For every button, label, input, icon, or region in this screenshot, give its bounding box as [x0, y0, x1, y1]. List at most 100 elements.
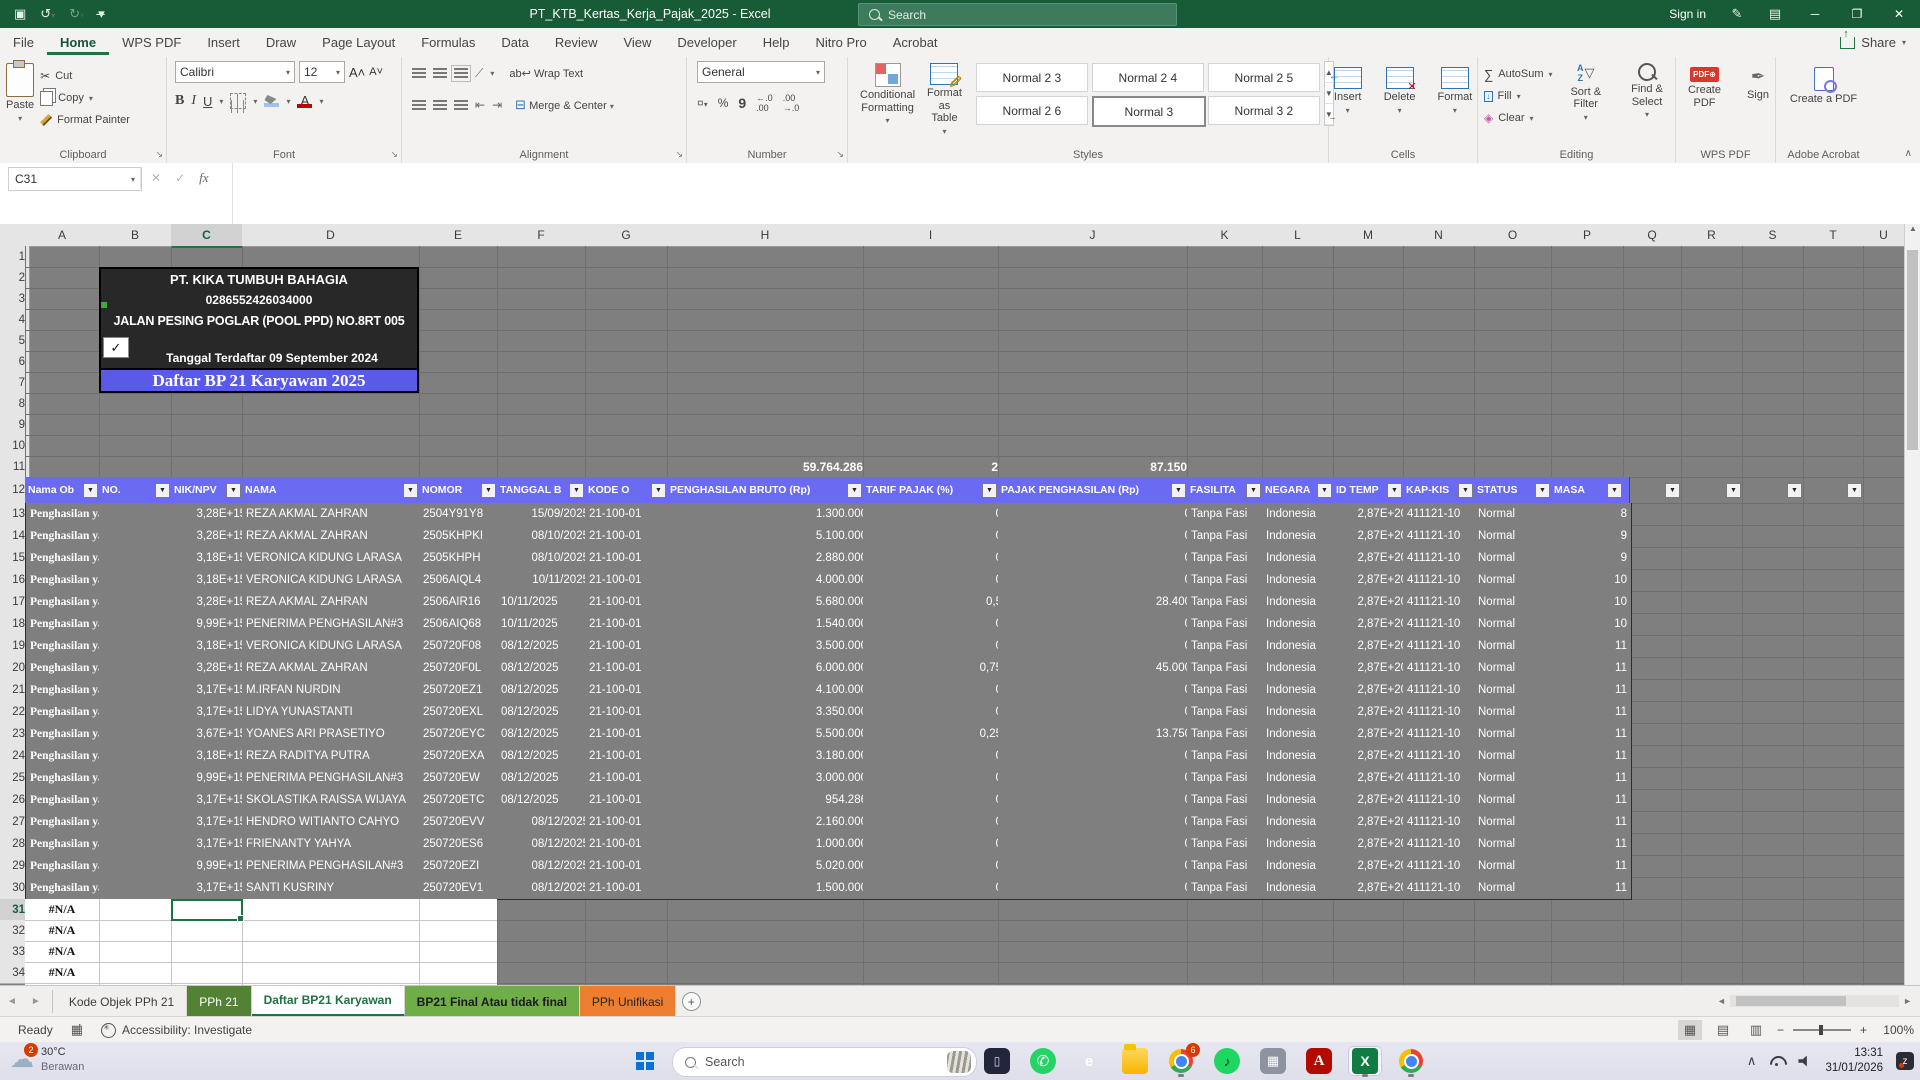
filter-dropdown-icon[interactable]: ▼ — [83, 483, 98, 498]
cell-B20[interactable] — [99, 657, 180, 680]
cell-D13[interactable]: REZA AKMAL ZAHRAN — [242, 503, 428, 526]
increase-decimal-icon[interactable]: ←.0.00 — [756, 93, 773, 113]
cell-P13[interactable]: 8 — [1551, 503, 1632, 526]
cell-B13[interactable] — [99, 503, 180, 526]
cell-C19[interactable]: 3,18E+15 — [171, 635, 251, 658]
cell-M18[interactable]: 2,87E+20 — [1333, 613, 1412, 636]
filter-dropdown-icon[interactable]: ▼ — [982, 483, 997, 498]
cell-A23[interactable]: Penghasilan yang diter — [25, 723, 109, 746]
cell-F30[interactable]: 08/12/2025 — [497, 877, 594, 900]
sheet-nav-left-icon[interactable]: ◄ — [0, 986, 24, 1017]
cell-O27[interactable]: Normal — [1474, 811, 1560, 834]
cell-O20[interactable]: Normal — [1474, 657, 1560, 680]
cell-N16[interactable]: 411121-10 — [1403, 569, 1483, 592]
cell-N29[interactable]: 411121-10 — [1403, 855, 1483, 878]
cell-M16[interactable]: 2,87E+20 — [1333, 569, 1412, 592]
column-header-R[interactable]: R — [1681, 224, 1743, 247]
cell-N19[interactable]: 411121-10 — [1403, 635, 1483, 658]
sign-button[interactable]: ✒Sign — [1741, 65, 1775, 103]
save-icon[interactable]: ▣ — [14, 6, 26, 22]
percent-style-icon[interactable]: % — [718, 96, 729, 110]
cell-E30[interactable]: 250720EV1 — [419, 877, 506, 900]
selected-cell-C31[interactable] — [171, 899, 243, 921]
filter-dropdown-icon[interactable]: ▼ — [1787, 483, 1802, 498]
ribbon-tab-insert[interactable]: Insert — [194, 30, 253, 55]
filter-dropdown-icon[interactable]: ▼ — [1171, 483, 1186, 498]
cell-J15[interactable]: 0 — [998, 547, 1196, 570]
cell-E24[interactable]: 250720EXA — [419, 745, 506, 768]
cell-M29[interactable]: 2,87E+20 — [1333, 855, 1412, 878]
zoom-slider[interactable] — [1793, 1029, 1851, 1031]
style-option[interactable]: Normal 3 2 — [1208, 96, 1320, 125]
cell-A16[interactable]: Penghasilan yang diter — [25, 569, 109, 592]
cell-A30[interactable]: Penghasilan yang diter — [25, 877, 109, 900]
increase-indent-icon[interactable]: ⇥ — [492, 98, 502, 112]
cell-G14[interactable]: 21-100-01 — [585, 525, 676, 548]
notification-bell-icon[interactable]: z — [1896, 1052, 1914, 1070]
cell-P21[interactable]: 11 — [1551, 679, 1632, 702]
cell-O17[interactable]: Normal — [1474, 591, 1560, 614]
filter-dropdown-icon[interactable]: ▼ — [155, 483, 170, 498]
close-button[interactable]: ✕ — [1878, 0, 1920, 28]
cell-A27[interactable]: Penghasilan yang diter — [25, 811, 109, 834]
cell-P28[interactable]: 11 — [1551, 833, 1632, 856]
align-right-icon[interactable] — [454, 100, 468, 111]
cell-F21[interactable]: 08/12/2025 — [497, 679, 594, 702]
find-select-button[interactable]: Find & Select▾ — [1619, 61, 1675, 121]
cell-D23[interactable]: YOANES ARI PRASETIYO — [242, 723, 428, 746]
cell-B16[interactable] — [99, 569, 180, 592]
cell-C24[interactable]: 3,18E+15 — [171, 745, 251, 768]
cell-E18[interactable]: 2506AIQ68 — [419, 613, 506, 636]
cell-K26[interactable]: Tanpa Fasi — [1187, 789, 1271, 812]
cell-A18[interactable]: Penghasilan yang diter — [25, 613, 109, 636]
cell-K15[interactable]: Tanpa Fasi — [1187, 547, 1271, 570]
cell-N27[interactable]: 411121-10 — [1403, 811, 1483, 834]
cell-C29[interactable]: 9,99E+15 — [171, 855, 251, 878]
cell-I20[interactable]: 0,75 — [863, 657, 1007, 680]
cell-I14[interactable]: 0 — [863, 525, 1007, 548]
vertical-scrollbar[interactable]: ▲ — [1904, 224, 1920, 985]
cell-F23[interactable]: 08/12/2025 — [497, 723, 594, 746]
column-header-D[interactable]: D — [242, 224, 420, 247]
insert-cells-button[interactable]: ←Insert▾ — [1328, 65, 1368, 117]
cell-G20[interactable]: 21-100-01 — [585, 657, 676, 680]
cell-H25[interactable]: 3.000.000 — [667, 767, 872, 790]
ribbon-tab-view[interactable]: View — [610, 30, 664, 55]
cell-M17[interactable]: 2,87E+20 — [1333, 591, 1412, 614]
cell-H14[interactable]: 5.100.000 — [667, 525, 872, 548]
cell-H17[interactable]: 5.680.000 — [667, 591, 872, 614]
cell-M25[interactable]: 2,87E+20 — [1333, 767, 1412, 790]
cell-N28[interactable]: 411121-10 — [1403, 833, 1483, 856]
cell-F26[interactable]: 08/12/2025 — [497, 789, 594, 812]
column-header-B[interactable]: B — [99, 224, 172, 247]
format-cells-button[interactable]: Format▾ — [1431, 65, 1478, 117]
cell-F17[interactable]: 10/11/2025 — [497, 591, 594, 614]
cell-B24[interactable] — [99, 745, 180, 768]
cell-H16[interactable]: 4.000.000 — [667, 569, 872, 592]
cell-F28[interactable]: 08/12/2025 — [497, 833, 594, 856]
cell-M14[interactable]: 2,87E+20 — [1333, 525, 1412, 548]
borders-icon[interactable] — [230, 93, 246, 109]
hscroll-right-icon[interactable]: ► — [1903, 996, 1912, 1006]
cell-A20[interactable]: Penghasilan yang diter — [25, 657, 109, 680]
cell-F14[interactable]: 08/10/2025 — [497, 525, 594, 548]
page-break-view-icon[interactable]: ▥ — [1744, 1020, 1768, 1040]
cell-J28[interactable]: 0 — [998, 833, 1196, 856]
cell-J13[interactable]: 0 — [998, 503, 1196, 526]
cell-D21[interactable]: M.IRFAN NURDIN — [242, 679, 428, 702]
sheet-nav-right-icon[interactable]: ► — [24, 986, 48, 1017]
cell-H15[interactable]: 2.880.000 — [667, 547, 872, 570]
cell-P23[interactable]: 11 — [1551, 723, 1632, 746]
cell-M20[interactable]: 2,87E+20 — [1333, 657, 1412, 680]
column-header-C[interactable]: C — [171, 224, 243, 248]
cell-N15[interactable]: 411121-10 — [1403, 547, 1483, 570]
table-header-H[interactable]: PENGHASILAN BRUTO (Rp) — [667, 477, 870, 504]
cell-P30[interactable]: 11 — [1551, 877, 1632, 900]
cell-E19[interactable]: 250720F08 — [419, 635, 506, 658]
cell-P14[interactable]: 9 — [1551, 525, 1632, 548]
cell-A26[interactable]: Penghasilan yang diter — [25, 789, 109, 812]
cell-E26[interactable]: 250720ETC — [419, 789, 506, 812]
cell-A24[interactable]: Penghasilan yang diter — [25, 745, 109, 768]
cell-F18[interactable]: 10/11/2025 — [497, 613, 594, 636]
cell-O16[interactable]: Normal — [1474, 569, 1560, 592]
